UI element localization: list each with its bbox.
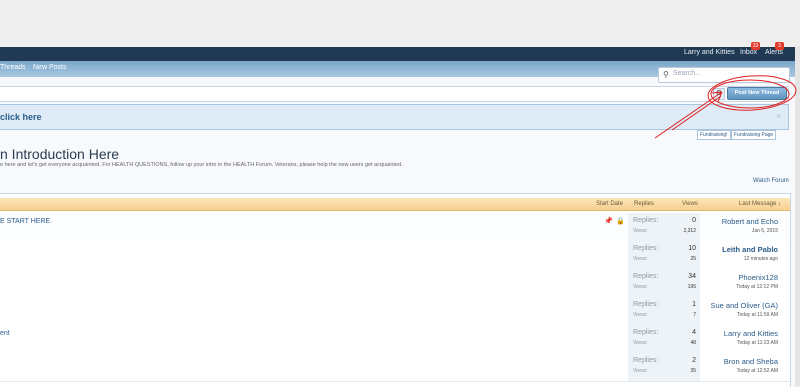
lock-icon: 🔒 (616, 218, 625, 225)
sticky-icon: 📌 (604, 218, 613, 225)
views-count: 25 (690, 256, 696, 262)
search-input[interactable]: ⚲ Search... (658, 67, 790, 83)
replies-count: 10 (688, 245, 696, 252)
views-label: Views: (633, 256, 648, 262)
thread-stats: Replies: 10 Views: 25 (628, 241, 700, 269)
inbox-link[interactable]: Inbox (740, 49, 757, 56)
thread-stats: Replies: 4 Views: 48 (628, 325, 700, 353)
table-row[interactable]: E START HERE. 📌 🔒 Replies: 0 Views: 2,31… (0, 213, 790, 242)
replies-count: 34 (688, 273, 696, 280)
forum-toolbar: ⚙ (0, 86, 789, 102)
views-label: Views: (633, 340, 648, 346)
views-label: Views: (633, 228, 648, 234)
header-replies[interactable]: Replies (634, 201, 654, 207)
user-menu[interactable]: Larry and Kitties (684, 49, 735, 56)
notice-banner: click here × (0, 104, 789, 130)
alerts-count-badge: 3 (775, 42, 784, 50)
thread-stats: Replies: 0 Views: 2,312 (628, 213, 700, 241)
table-row[interactable]: Replies: 1 Views: 7 Sue and Oliver (GA) … (0, 297, 790, 326)
table-row[interactable]: Replies: 34 Views: 195 Phoenix128 Today … (0, 269, 790, 298)
replies-label: Replies: (633, 357, 659, 364)
inbox-count-badge: 33 (751, 42, 760, 50)
last-poster-link[interactable]: Sue and Oliver (GA) (710, 301, 778, 310)
views-label: Views: (633, 284, 648, 290)
alerts-link[interactable]: Alerts (765, 49, 783, 56)
replies-label: Replies: (633, 217, 659, 224)
replies-count: 0 (692, 217, 696, 224)
replies-label: Replies: (633, 273, 659, 280)
thread-title-link[interactable]: ent (0, 330, 10, 337)
replies-count: 1 (692, 301, 696, 308)
replies-label: Replies: (633, 329, 659, 336)
last-post-date[interactable]: Jan 6, 2015 (752, 228, 778, 234)
header-start-date[interactable]: Start Date (596, 201, 623, 207)
thread-stats: Replies: 34 Views: 195 (628, 269, 700, 297)
window-edge (795, 47, 800, 386)
replies-count: 2 (692, 357, 696, 364)
last-poster-link[interactable]: Larry and Kitties (724, 329, 778, 338)
fundraising-page-button[interactable]: Fundraising Page (731, 130, 777, 140)
close-icon[interactable]: × (776, 111, 781, 121)
last-post-date[interactable]: Today at 11:59 AM (737, 312, 778, 318)
replies-label: Replies: (633, 245, 659, 252)
table-row[interactable]: Replies: 10 Views: 25 Leith and Pablo 12… (0, 241, 790, 270)
thread-stats: Replies: 1 Views: 7 (628, 297, 700, 325)
search-placeholder: Search... (673, 70, 702, 77)
last-poster-link[interactable]: Leith and Pablo (722, 245, 778, 254)
views-label: Views: (633, 368, 648, 374)
page-title: n Introduction Here (0, 146, 120, 162)
watch-forum-link[interactable]: Watch Forum (753, 178, 789, 184)
last-post-date[interactable]: Today at 12:52 AM (737, 368, 778, 374)
header-views[interactable]: Views (682, 201, 698, 207)
post-new-thread-button[interactable]: Post New Thread (727, 87, 787, 100)
search-icon: ⚲ (663, 70, 669, 79)
replies-label: Replies: (633, 301, 659, 308)
last-poster-link[interactable]: Robert and Echo (722, 217, 778, 226)
nav-new-posts-link[interactable]: New Posts (33, 64, 66, 71)
thread-list-header: Start Date Replies Views Last Message ↓ (0, 198, 790, 211)
fundraising-button[interactable]: Fundraising! (697, 130, 731, 140)
header-last-message[interactable]: Last Message ↓ (739, 201, 781, 207)
views-count: 2,312 (683, 228, 696, 234)
replies-count: 4 (692, 329, 696, 336)
thread-title-link[interactable]: E START HERE. (0, 218, 52, 225)
views-count: 7 (693, 312, 696, 318)
top-user-bar: Larry and Kitties Inbox Alerts (0, 47, 795, 61)
views-count: 48 (690, 340, 696, 346)
nav-threads-link[interactable]: Threads (0, 64, 26, 71)
tools-icon[interactable]: ⚙ (713, 88, 725, 100)
last-post-date[interactable]: Today at 11:23 AM (737, 340, 778, 346)
views-count: 195 (687, 284, 696, 290)
notice-link[interactable]: click here (0, 112, 42, 122)
last-poster-link[interactable]: Phoenix128 (738, 273, 778, 282)
views-count: 35 (690, 368, 696, 374)
thread-stats: Replies: 2 Views: 35 (628, 353, 700, 381)
last-post-date[interactable]: Today at 12:12 PM (736, 284, 778, 290)
last-poster-link[interactable]: Bron and Sheba (724, 357, 778, 366)
table-row[interactable]: Replies: 2 Views: 35 Bron and Sheba Toda… (0, 353, 790, 382)
views-label: Views: (633, 312, 648, 318)
last-post-date[interactable]: 12 minutes ago (744, 256, 778, 262)
table-row[interactable]: ent Replies: 4 Views: 48 Larry and Kitti… (0, 325, 790, 354)
forum-description: e here and let's get everyone acquainted… (0, 162, 403, 168)
